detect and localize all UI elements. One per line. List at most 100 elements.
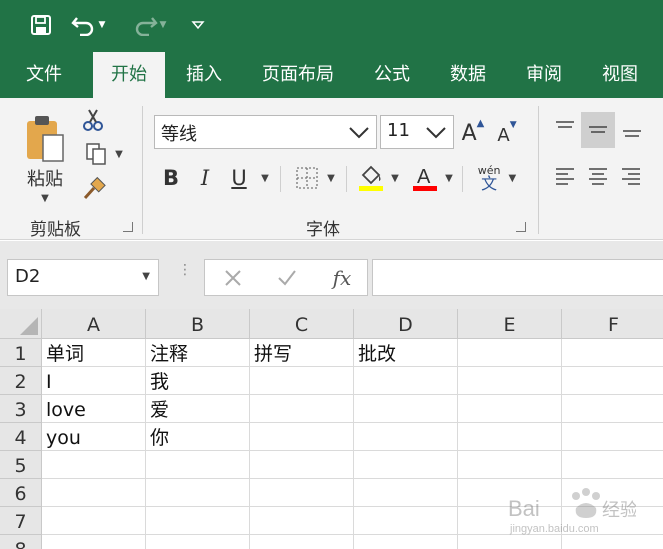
cell-b3[interactable]: 爱 [146, 395, 250, 423]
cell-a2[interactable]: I [42, 367, 146, 395]
tab-file[interactable]: 文件 [8, 52, 80, 98]
phonetic-guide-button[interactable]: wén 文 ▼ [472, 162, 522, 194]
cell-c5[interactable] [250, 451, 354, 479]
cell-f4[interactable] [562, 423, 663, 451]
cell-d7[interactable] [354, 507, 458, 535]
cell-a1[interactable]: 单词 [42, 339, 146, 367]
row-header-8[interactable]: 8 [0, 535, 42, 549]
cell-d1[interactable]: 批改 [354, 339, 458, 367]
tab-review[interactable]: 审阅 [512, 52, 576, 98]
format-painter-icon[interactable] [80, 174, 108, 202]
bold-button[interactable]: B [160, 164, 182, 192]
row-header-4[interactable]: 4 [0, 423, 42, 451]
row-header-2[interactable]: 2 [0, 367, 42, 395]
row-header-1[interactable]: 1 [0, 339, 42, 367]
column-header-e[interactable]: E [458, 309, 562, 339]
align-right-icon[interactable] [617, 162, 645, 192]
tab-view[interactable]: 视图 [588, 52, 652, 98]
cell-e1[interactable] [458, 339, 562, 367]
font-color-button[interactable]: A ▼ [408, 162, 456, 194]
align-center-icon[interactable] [584, 162, 612, 192]
cell-f3[interactable] [562, 395, 663, 423]
cell-c8[interactable] [250, 535, 354, 549]
formula-bar-grip-icon[interactable]: ⋮ [178, 263, 192, 287]
insert-function-icon[interactable]: fx [325, 264, 359, 292]
name-box[interactable]: D2 ▼ [7, 259, 159, 296]
cell-f1[interactable] [562, 339, 663, 367]
column-header-f[interactable]: F [562, 309, 663, 339]
font-name-combo[interactable]: 等线 [154, 115, 377, 149]
cell-d8[interactable] [354, 535, 458, 549]
cell-b7[interactable] [146, 507, 250, 535]
increase-font-size-icon[interactable]: A ▲ [460, 118, 486, 148]
tab-formulas[interactable]: 公式 [360, 52, 424, 98]
copy-button[interactable]: ▼ [80, 140, 128, 168]
underline-button[interactable]: U [228, 164, 250, 192]
enter-icon[interactable] [273, 266, 301, 290]
cell-f5[interactable] [562, 451, 663, 479]
column-header-a[interactable]: A [42, 309, 146, 339]
cell-c3[interactable] [250, 395, 354, 423]
cell-a8[interactable] [42, 535, 146, 549]
align-middle-icon[interactable] [581, 112, 615, 148]
column-header-b[interactable]: B [146, 309, 250, 339]
cell-a5[interactable] [42, 451, 146, 479]
tab-home[interactable]: 开始 [93, 52, 165, 98]
tab-data[interactable]: 数据 [436, 52, 500, 98]
cell-c4[interactable] [250, 423, 354, 451]
cell-e4[interactable] [458, 423, 562, 451]
cell-a6[interactable] [42, 479, 146, 507]
font-launcher-icon[interactable] [516, 222, 526, 232]
cell-b5[interactable] [146, 451, 250, 479]
cell-c6[interactable] [250, 479, 354, 507]
tab-insert[interactable]: 插入 [170, 52, 238, 98]
undo-icon[interactable]: ▼ [70, 10, 106, 40]
column-header-c[interactable]: C [250, 309, 354, 339]
row-header-5[interactable]: 5 [0, 451, 42, 479]
cell-a4[interactable]: you [42, 423, 146, 451]
save-icon[interactable] [26, 10, 56, 40]
cell-b6[interactable] [146, 479, 250, 507]
column-header-d[interactable]: D [354, 309, 458, 339]
align-bottom-icon[interactable] [617, 114, 647, 144]
cell-d2[interactable] [354, 367, 458, 395]
cell-b4[interactable]: 你 [146, 423, 250, 451]
cancel-entry-icon[interactable] [219, 266, 247, 290]
cell-d3[interactable] [354, 395, 458, 423]
tab-page-layout[interactable]: 页面布局 [250, 52, 346, 98]
italic-button[interactable]: I [194, 164, 216, 192]
select-all-button[interactable] [0, 309, 42, 339]
align-left-icon[interactable] [551, 162, 579, 192]
font-size-combo[interactable]: 11 [380, 115, 454, 149]
cell-d6[interactable] [354, 479, 458, 507]
borders-button[interactable]: ▼ [290, 164, 340, 192]
cell-c2[interactable] [250, 367, 354, 395]
redo-icon[interactable]: ▼ [126, 10, 172, 40]
cell-a3[interactable]: love [42, 395, 146, 423]
cell-b1[interactable]: 注释 [146, 339, 250, 367]
cell-e5[interactable] [458, 451, 562, 479]
customize-qat-icon[interactable] [188, 10, 208, 40]
underline-dropdown[interactable]: ▼ [258, 168, 272, 188]
cell-e3[interactable] [458, 395, 562, 423]
cell-f8[interactable] [562, 535, 663, 549]
row-header-7[interactable]: 7 [0, 507, 42, 535]
cell-c1[interactable]: 拼写 [250, 339, 354, 367]
cell-e2[interactable] [458, 367, 562, 395]
cell-d4[interactable] [354, 423, 458, 451]
cell-c7[interactable] [250, 507, 354, 535]
clipboard-launcher-icon[interactable] [123, 222, 133, 232]
cell-b2[interactable]: 我 [146, 367, 250, 395]
cell-f2[interactable] [562, 367, 663, 395]
row-header-3[interactable]: 3 [0, 395, 42, 423]
cut-icon[interactable] [80, 106, 106, 134]
cell-e8[interactable] [458, 535, 562, 549]
cell-b8[interactable] [146, 535, 250, 549]
formula-input[interactable] [372, 259, 663, 296]
fill-color-button[interactable]: ▼ [354, 162, 402, 194]
decrease-font-size-icon[interactable]: A ▼ [494, 120, 520, 150]
paste-button[interactable]: 粘贴 ▼ [18, 108, 72, 208]
row-header-6[interactable]: 6 [0, 479, 42, 507]
cell-a7[interactable] [42, 507, 146, 535]
align-top-icon[interactable] [551, 114, 579, 144]
